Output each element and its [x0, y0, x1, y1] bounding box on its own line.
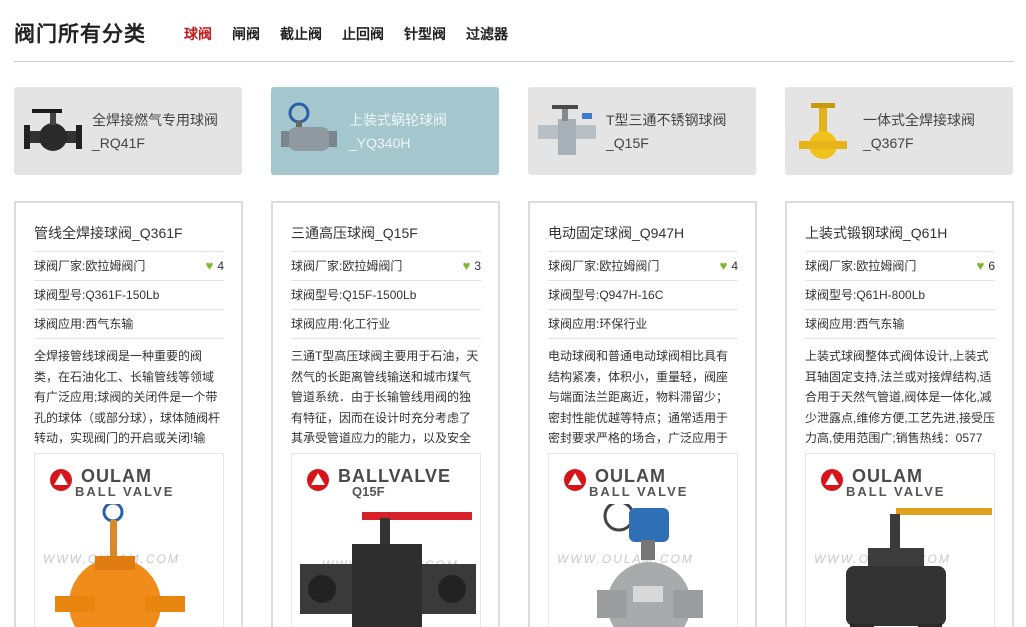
brand-subtext: BALL VALVE [846, 484, 946, 499]
model-row: 球阀型号:Q61H-800Lb [805, 281, 995, 310]
like-counter[interactable]: ♥ 3 [463, 252, 481, 280]
model-row: 球阀型号:Q947H-16C [548, 281, 738, 310]
brand-subtext: BALL VALVE [75, 484, 175, 499]
product-name[interactable]: 管线全焊接球阀_Q361F [34, 223, 224, 252]
page-title: 阀门所有分类 [14, 23, 146, 46]
category-header: 阀门所有分类 球阀 闸阀 截止阀 止回阀 针型阀 过滤器 [14, 0, 1014, 62]
like-counter[interactable]: ♥ 4 [206, 252, 224, 280]
product-card: 管线全焊接球阀_Q361F 球阀厂家:欧拉姆阀门 ♥ 4 球阀型号:Q361F-1… [14, 201, 243, 627]
featured-item[interactable]: 一体式全焊接球阀_Q367F [785, 87, 1013, 175]
tab-gate-valve[interactable]: 闸阀 [232, 24, 260, 44]
electric-ball-valve-photo [597, 504, 703, 627]
featured-label: 全焊接燃气专用球阀_RQ41F [92, 112, 218, 151]
product-image[interactable]: OULAM BALL VALVE WWW.OULAM.COM [805, 453, 995, 627]
product-image[interactable]: OULAM BALL VALVE WWW.OULAM.COM [34, 453, 224, 627]
product-description: 三通T型高压球阀主要用于石油，天然气的长距离管线输送和城市煤气管道系统．由于长输… [291, 349, 479, 445]
oulam-logo-icon [307, 469, 329, 491]
product-card: 电动固定球阀_Q947H 球阀厂家:欧拉姆阀门 ♥ 4 球阀型号:Q947H-16… [528, 201, 757, 627]
product-card: 上装式锻钢球阀_Q61H 球阀厂家:欧拉姆阀门 ♥ 6 球阀型号:Q61H-800… [785, 201, 1014, 627]
tab-filter[interactable]: 过滤器 [466, 24, 508, 44]
featured-label: 上装式蜗轮球阀_YQ340H [349, 112, 447, 151]
product-name[interactable]: 电动固定球阀_Q947H [548, 223, 738, 252]
welded-ball-valve-image [799, 103, 847, 159]
manufacturer-row: 球阀厂家:欧拉姆阀门 ♥ 4 [34, 252, 224, 281]
product-image[interactable]: OULAM BALL VALVE WWW.OULAM.COM [548, 453, 738, 627]
manufacturer-text: 球阀厂家:欧拉姆阀门 [34, 259, 146, 273]
like-count: 6 [988, 259, 995, 273]
like-counter[interactable]: ♥ 4 [720, 252, 738, 280]
featured-products: 全焊接燃气专用球阀_RQ41F 上装式蜗轮球阀_YQ340H T型三通不锈钢球阀… [14, 87, 1014, 175]
featured-label: 一体式全焊接球阀_Q367F [863, 112, 975, 151]
brand-subtext: BALL VALVE [589, 484, 689, 499]
product-description: 全焊接管线球阀是一种重要的阀类，在石油化工、长输管线等领域有广泛应用;球阀的关闭… [34, 349, 221, 445]
product-name[interactable]: 上装式锻钢球阀_Q61H [805, 223, 995, 252]
three-way-valve-photo [300, 512, 476, 627]
like-count: 4 [731, 259, 738, 273]
manufacturer-row: 球阀厂家:欧拉姆阀门 ♥ 3 [291, 252, 481, 281]
product-description: 上装式球阀整体式阀体设计,上装式耳轴固定支持,法兰或对接焊结构,适合用于天然气管… [805, 349, 995, 445]
ball-valve-lever-image [24, 109, 82, 151]
model-row: 球阀型号:Q15F-1500Lb [291, 281, 481, 310]
like-count: 4 [217, 259, 224, 273]
like-counter[interactable]: ♥ 6 [977, 252, 995, 280]
product-card: 三通高压球阀_Q15F 球阀厂家:欧拉姆阀门 ♥ 3 球阀型号:Q15F-1500… [271, 201, 500, 627]
manufacturer-row: 球阀厂家:欧拉姆阀门 ♥ 6 [805, 252, 995, 281]
forged-steel-ball-valve-photo [846, 508, 992, 627]
application-row: 球阀应用:西气东输 [34, 310, 224, 339]
application-row: 球阀应用:环保行业 [548, 310, 738, 339]
featured-item[interactable]: T型三通不锈钢球阀_Q15F [528, 87, 756, 175]
heart-icon: ♥ [205, 258, 214, 273]
model-row: 球阀型号:Q361F-150Lb [34, 281, 224, 310]
brand-subtext: Q15F [352, 484, 385, 499]
oulam-logo-icon [821, 469, 843, 491]
product-image[interactable]: BALLVALVE Q15F WWW.OULAM.COM [291, 453, 481, 627]
like-count: 3 [474, 259, 481, 273]
featured-item[interactable]: 全焊接燃气专用球阀_RQ41F [14, 87, 242, 175]
worm-gear-ball-valve-image [281, 102, 337, 151]
manufacturer-text: 球阀厂家:欧拉姆阀门 [805, 259, 917, 273]
product-name[interactable]: 三通高压球阀_Q15F [291, 223, 481, 252]
application-row: 球阀应用:化工行业 [291, 310, 481, 339]
featured-label: T型三通不锈钢球阀_Q15F [606, 112, 727, 151]
oulam-logo-icon [564, 469, 586, 491]
tab-ball-valve[interactable]: 球阀 [184, 24, 212, 44]
tab-check-valve[interactable]: 止回阀 [342, 24, 384, 44]
oulam-logo-icon [50, 469, 72, 491]
category-tabs: 球阀 闸阀 截止阀 止回阀 针型阀 过滤器 [184, 24, 528, 44]
featured-item[interactable]: 上装式蜗轮球阀_YQ340H [271, 87, 499, 175]
manufacturer-text: 球阀厂家:欧拉姆阀门 [548, 259, 660, 273]
tab-globe-valve[interactable]: 截止阀 [280, 24, 322, 44]
three-way-valve-image [538, 105, 596, 155]
heart-icon: ♥ [719, 258, 728, 273]
tab-needle-valve[interactable]: 针型阀 [404, 24, 446, 44]
ball-valve-photo [55, 504, 185, 627]
heart-icon: ♥ [462, 258, 471, 273]
manufacturer-text: 球阀厂家:欧拉姆阀门 [291, 259, 403, 273]
manufacturer-row: 球阀厂家:欧拉姆阀门 ♥ 4 [548, 252, 738, 281]
product-description: 电动球阀和普通电动球阀相比具有结构紧凑，体积小，重量轻，阀座与端面法兰距离近，物… [548, 349, 729, 445]
heart-icon: ♥ [976, 258, 985, 273]
application-row: 球阀应用:西气东输 [805, 310, 995, 339]
